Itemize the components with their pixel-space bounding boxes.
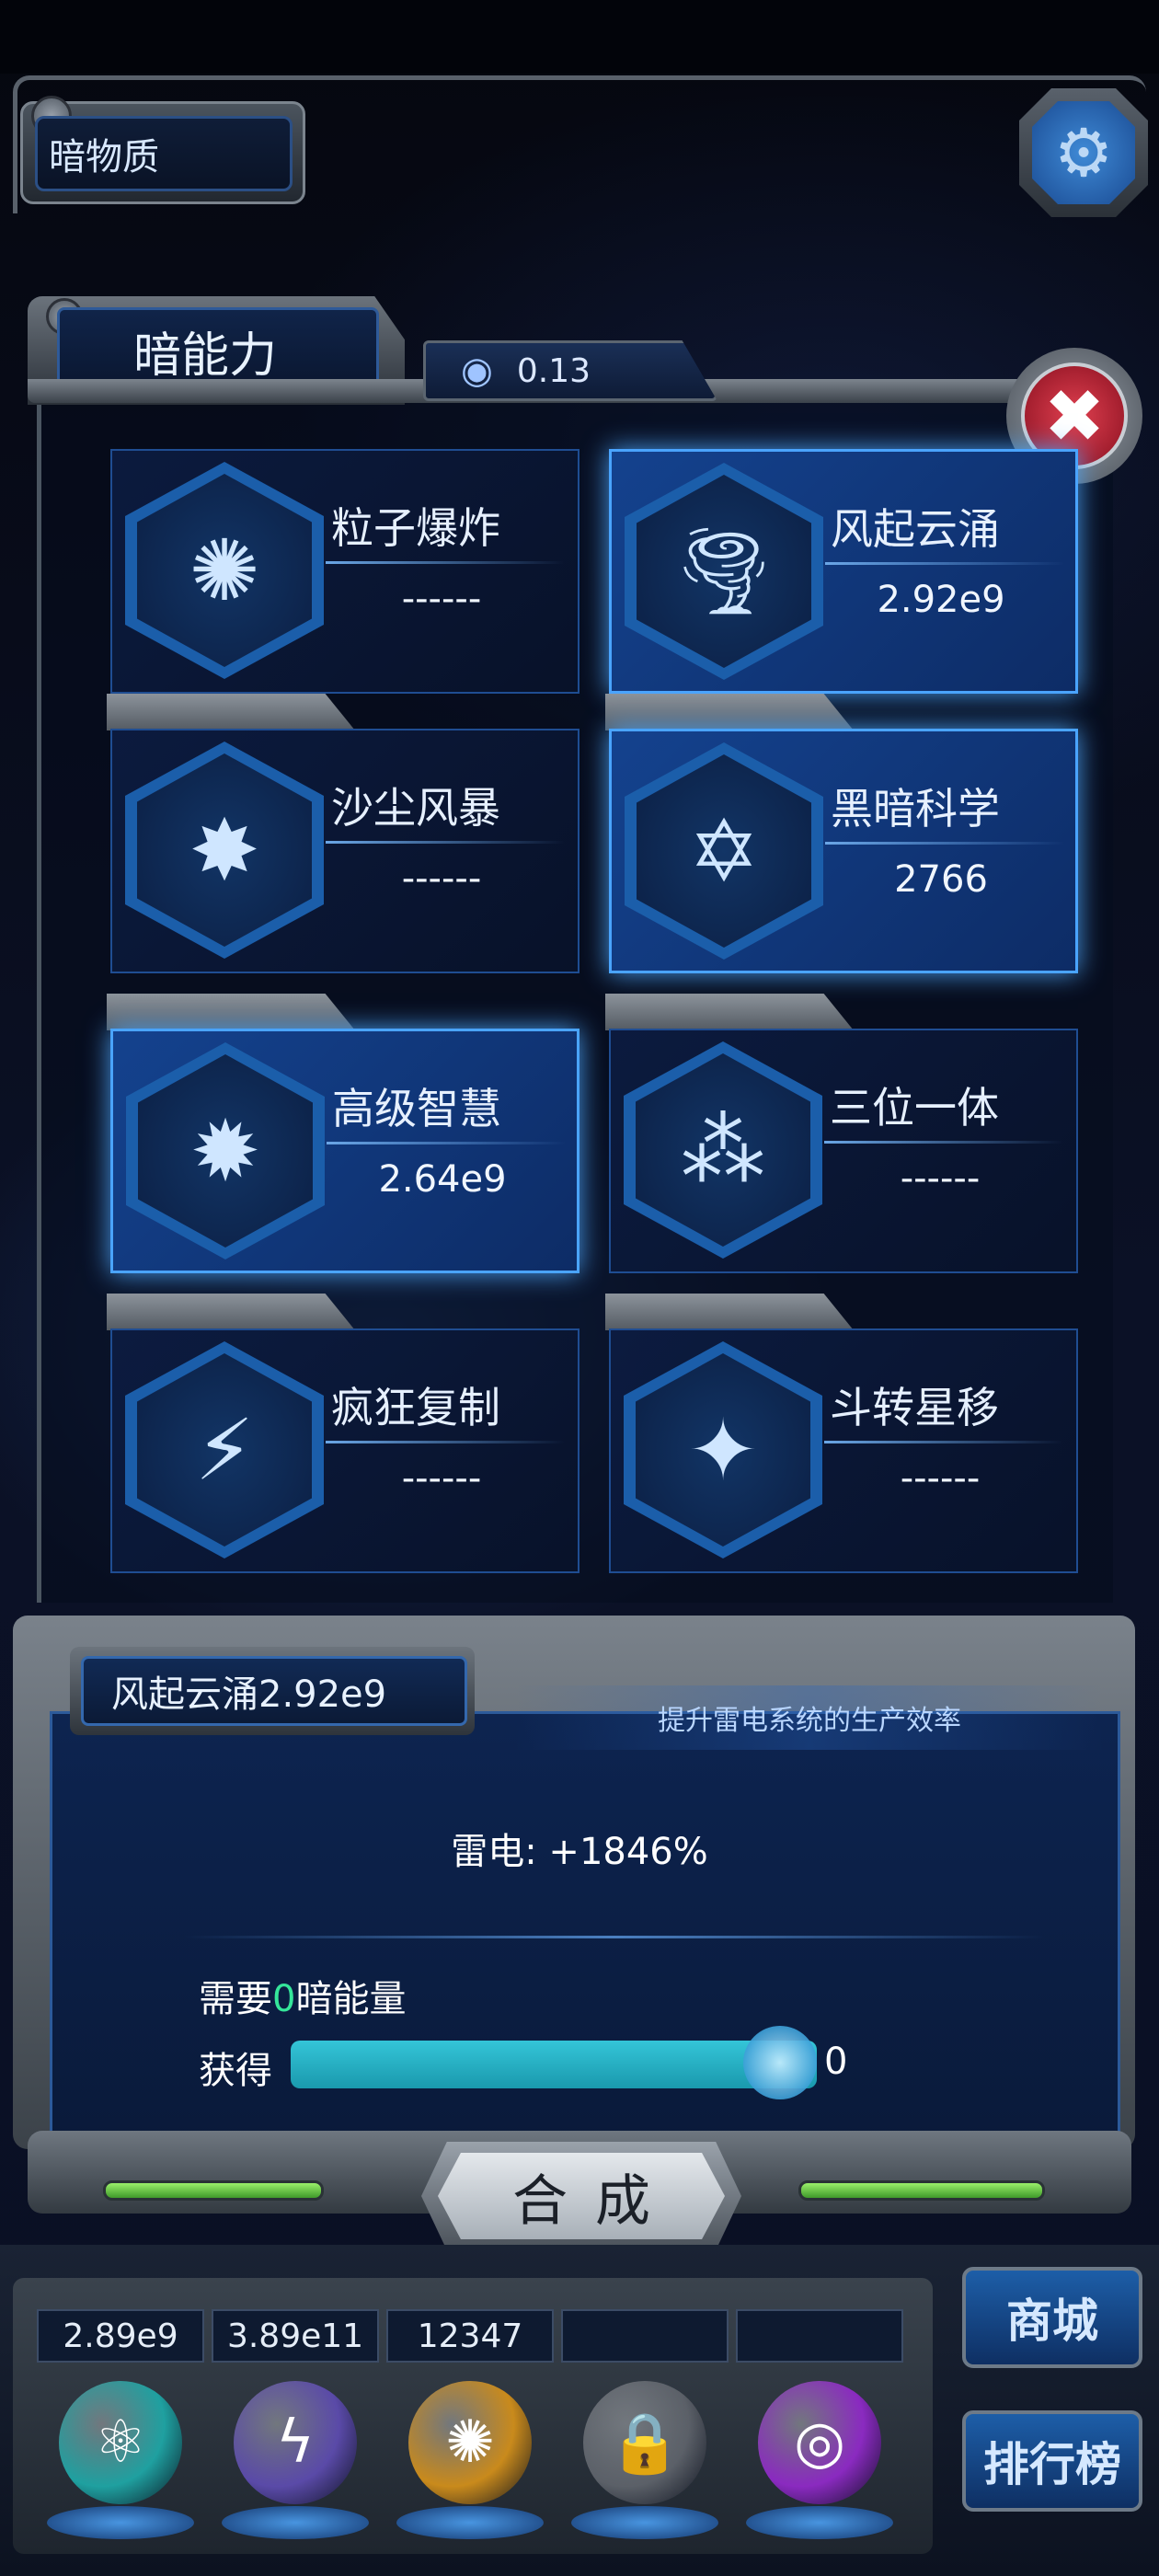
orb-pedestal: [222, 2506, 369, 2539]
gain-slider[interactable]: [291, 2041, 817, 2088]
ability-hex-frame: ✹: [126, 1042, 325, 1259]
ability-card[interactable]: ✹ 高级智慧 2.64e9: [110, 1029, 580, 1273]
gain-label: 获得: [199, 2050, 272, 2092]
divider: [184, 1936, 1045, 1938]
ability-name: 高级智慧: [332, 1084, 501, 1133]
orb-pedestal: [396, 2506, 544, 2539]
resource-slot: 3.89e11: [212, 2309, 379, 2363]
divider: [824, 1441, 1063, 1443]
divider: [326, 561, 565, 564]
swirl-icon: ✦: [636, 1353, 810, 1547]
resource-slot: [561, 2309, 729, 2363]
ability-value: ------: [401, 857, 482, 900]
ability-value: 2.64e9: [378, 1158, 507, 1201]
ability-value: ------: [401, 1457, 482, 1500]
combine-button[interactable]: 合成: [438, 2153, 725, 2239]
fire-orb-icon[interactable]: ✺: [408, 2381, 532, 2504]
ability-hex-frame: ⚡: [125, 1341, 324, 1558]
orb-pedestal: [746, 2506, 893, 2539]
ability-card[interactable]: ✦ 斗转星移 ------: [609, 1328, 1078, 1573]
divider: [825, 842, 1064, 845]
resource-slot: 12347: [386, 2309, 554, 2363]
thunder-orb-icon[interactable]: ϟ: [234, 2381, 357, 2504]
ability-name: 黑暗科学: [831, 784, 1000, 834]
requirement-amount: 0: [272, 1978, 296, 2020]
explosion-icon: ✺: [137, 474, 312, 667]
divider: [825, 562, 1064, 565]
ability-name: 风起云涌: [831, 504, 1000, 554]
gain-value: 0: [824, 2041, 848, 2083]
ability-value: 2.92e9: [877, 579, 1005, 621]
ability-value: ------: [900, 1457, 981, 1500]
ability-name: 沙尘风暴: [331, 783, 500, 833]
card-tab: [107, 994, 355, 1030]
gain-slider-fill: [291, 2041, 817, 2088]
progress-indicator-right: [798, 2180, 1045, 2201]
status-bar-area: [0, 0, 1159, 74]
gear-icon[interactable]: ⚙: [1032, 101, 1135, 204]
ability-hex-frame: ⁂: [624, 1041, 822, 1259]
trinity-icon: ⁂: [636, 1053, 810, 1247]
requirement-text: 需要0暗能量: [199, 1969, 406, 2022]
resource-slot: [736, 2309, 903, 2363]
ability-card[interactable]: 🌪 风起云涌 2.92e9: [609, 449, 1078, 694]
card-tab: [107, 1294, 355, 1330]
card-tab: [107, 694, 355, 730]
requirement-suffix: 暗能量: [295, 1978, 407, 2020]
orb-pedestal: [47, 2506, 194, 2539]
resource-label: 暗物质: [35, 116, 293, 191]
divider: [824, 1141, 1063, 1144]
ability-name: 粒子爆炸: [331, 503, 500, 553]
energy-value: 0.13: [516, 351, 591, 390]
ability-hex-frame: ✡: [625, 742, 823, 960]
ability-hex-frame: 🌪: [625, 463, 823, 680]
card-tab: [605, 994, 854, 1030]
divider: [327, 1142, 566, 1144]
card-tab: [605, 694, 854, 730]
tornado-icon: 🌪: [637, 475, 811, 668]
divider: [326, 1441, 565, 1443]
ability-card[interactable]: ✸ 沙尘风暴 ------: [110, 729, 580, 973]
galaxy-icon: ◉: [461, 350, 493, 392]
shop-button[interactable]: 商城: [962, 2267, 1142, 2368]
sandstorm-icon: ✸: [137, 753, 312, 947]
ability-card[interactable]: ⁂ 三位一体 ------: [609, 1029, 1078, 1273]
ability-value: ------: [401, 578, 482, 620]
leaderboard-button[interactable]: 排行榜: [962, 2410, 1142, 2512]
ability-hex-frame: ✺: [125, 462, 324, 679]
resource-slot: 2.89e9: [37, 2309, 204, 2363]
detail-description: 提升雷电系统的生产效率: [515, 1685, 1104, 1750]
orb-pedestal: [571, 2506, 718, 2539]
ability-card[interactable]: ✡ 黑暗科学 2766: [609, 729, 1078, 973]
lock-icon[interactable]: 🔒: [583, 2381, 706, 2504]
ability-hex-frame: ✦: [624, 1341, 822, 1558]
divider: [326, 841, 565, 844]
brain-icon: ✹: [138, 1054, 313, 1248]
requirement-prefix: 需要: [199, 1978, 272, 2020]
ability-value: 2766: [894, 858, 988, 901]
lightning-icon: ⚡: [137, 1353, 312, 1547]
energy-counter: ◉ 0.13: [423, 340, 717, 401]
ability-value: ------: [900, 1157, 981, 1200]
progress-indicator-left: [103, 2180, 324, 2201]
detail-stat: 雷电: +1846%: [451, 1831, 708, 1873]
slider-handle[interactable]: [743, 2026, 817, 2099]
ability-name: 疯狂复制: [331, 1383, 500, 1432]
detail-title: 风起云涌2.92e9: [81, 1656, 467, 1726]
ability-hex-frame: ✸: [125, 742, 324, 959]
ability-card[interactable]: ✺ 粒子爆炸 ------: [110, 449, 580, 694]
ability-name: 斗转星移: [830, 1383, 999, 1432]
ability-name: 三位一体: [830, 1083, 999, 1133]
hexagram-icon: ✡: [637, 754, 811, 948]
atom-orb-icon[interactable]: ⚛: [59, 2381, 182, 2504]
ability-card[interactable]: ⚡ 疯狂复制 ------: [110, 1328, 580, 1573]
card-tab: [605, 1294, 854, 1330]
vortex-orb-icon[interactable]: ◎: [758, 2381, 881, 2504]
